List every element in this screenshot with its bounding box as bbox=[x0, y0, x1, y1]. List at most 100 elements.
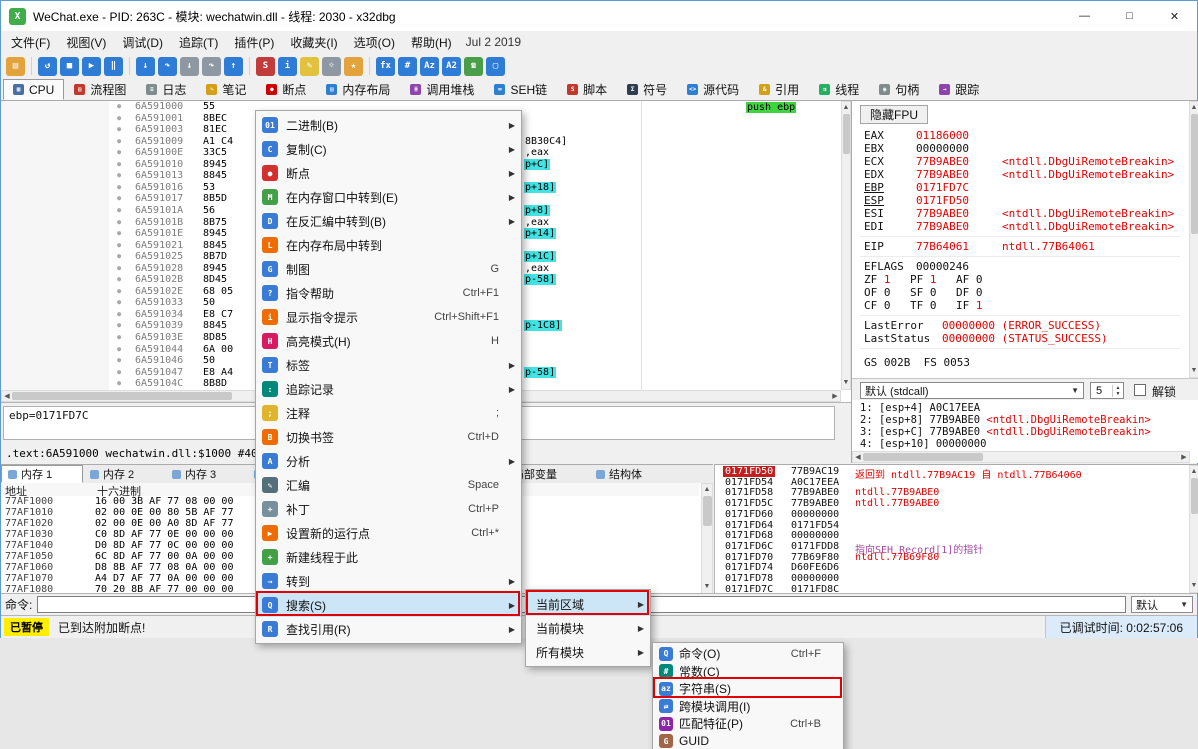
flags-row[interactable]: ZF 1PF 1AF 0 bbox=[864, 273, 1180, 286]
stack-row[interactable]: 0171FD54A0C17EEA bbox=[715, 477, 1198, 488]
stack-row[interactable]: 0171FD6C0171FDD8指向SEH_Record[1]的指针 bbox=[715, 541, 1198, 552]
notes-icon[interactable]: ✎ bbox=[300, 57, 319, 76]
tab-seh[interactable]: ∞SEH链 bbox=[484, 79, 557, 100]
stack-row[interactable]: 0171FD7800000000 bbox=[715, 573, 1198, 584]
menu-item-toggle-bookmark[interactable]: B切换书签Ctrl+D bbox=[256, 425, 521, 449]
argument-row[interactable]: 4: [esp+10] 00000000 bbox=[860, 438, 1190, 450]
az-icon[interactable]: Az bbox=[420, 57, 439, 76]
register-row[interactable]: EBP0171FD7C bbox=[864, 181, 1180, 194]
dump-tab-1[interactable]: 内存 1 bbox=[1, 465, 83, 483]
info-icon[interactable]: i bbox=[278, 57, 297, 76]
script-icon[interactable]: S bbox=[256, 57, 275, 76]
menubar-item-4[interactable]: 插件(P) bbox=[226, 31, 282, 54]
stack-row[interactable]: 0171FD7077B69F80ntdll.77B69F80 bbox=[715, 552, 1198, 563]
menu-item-search-pattern[interactable]: 01匹配特征(P)Ctrl+B bbox=[653, 715, 843, 733]
operand-fragment[interactable]: p+C] bbox=[524, 159, 550, 170]
calling-convention-select[interactable]: 默认 (stdcall) ▼ bbox=[860, 382, 1084, 399]
operand-fragment[interactable]: ,eax bbox=[524, 147, 550, 158]
menu-item-breakpoint[interactable]: ●断点▶ bbox=[256, 161, 521, 185]
register-row[interactable]: ESP0171FD50 bbox=[864, 194, 1180, 207]
operand-fragment[interactable]: p+18] bbox=[524, 182, 556, 193]
stack-row[interactable]: 0171FD5C77B9ABE0ntdll.77B9ABE0 bbox=[715, 498, 1198, 509]
menu-item-current-module[interactable]: 当前模块▶ bbox=[526, 616, 650, 640]
flags-row[interactable]: CF 0TF 0IF 1 bbox=[864, 299, 1180, 312]
close-button[interactable]: ✕ bbox=[1152, 1, 1197, 31]
operand-fragment[interactable]: ,eax bbox=[524, 263, 550, 274]
step-into-icon[interactable]: ↓ bbox=[136, 57, 155, 76]
operand-fragment[interactable]: p+1C] bbox=[524, 251, 556, 262]
stack-row[interactable]: 0171FD640171FD54 bbox=[715, 520, 1198, 531]
open-file-icon[interactable]: ▤ bbox=[6, 57, 25, 76]
tab-handles[interactable]: ◉句柄 bbox=[869, 79, 929, 100]
command-profile-select[interactable]: 默认 ▼ bbox=[1131, 596, 1193, 613]
tab-memory-map[interactable]: ▤内存布局 bbox=[316, 79, 400, 100]
operand-fragment[interactable]: p+8] bbox=[524, 205, 550, 216]
tab-log[interactable]: ≡日志 bbox=[136, 79, 196, 100]
settings-icon[interactable]: ☼ bbox=[322, 57, 341, 76]
stop-icon[interactable]: ■ bbox=[60, 57, 79, 76]
menubar-item-5[interactable]: 收藏夹(I) bbox=[282, 31, 345, 54]
register-row[interactable]: EIP77B64061ntdll.77B64061 bbox=[864, 240, 1180, 253]
register-row[interactable]: EAX01186000 bbox=[864, 129, 1180, 142]
menu-item-search-guid[interactable]: GGUID bbox=[653, 733, 843, 749]
menu-item-instruction-help[interactable]: ?指令帮助Ctrl+F1 bbox=[256, 281, 521, 305]
tab-cpu[interactable]: ▦CPU bbox=[3, 79, 64, 100]
stack-row[interactable]: 0171FD5077B9AC19返回到 ntdll.77B9AC19 自 ntd… bbox=[715, 466, 1198, 477]
favorites-icon[interactable]: ★ bbox=[344, 57, 363, 76]
registers-pane[interactable]: 隐藏FPU EAX01186000EBX00000000ECX77B9ABE0<… bbox=[851, 101, 1198, 463]
menu-item-assemble[interactable]: ✎汇编Space bbox=[256, 473, 521, 497]
operand-fragment[interactable]: p-58] bbox=[524, 274, 556, 285]
argument-row[interactable]: 3: [esp+C] 77B9ABE0 <ntdll.DbgUiRemoteBr… bbox=[860, 426, 1190, 438]
dump-tab-2[interactable]: 内存 2 bbox=[83, 465, 165, 483]
pause-icon[interactable]: ‖ bbox=[104, 57, 123, 76]
hide-fpu-button[interactable]: 隐藏FPU bbox=[860, 105, 928, 124]
menu-item-binary[interactable]: 01二进制(B)▶ bbox=[256, 113, 521, 137]
menu-item-search-for[interactable]: Q搜索(S)▶ bbox=[256, 593, 521, 617]
menu-item-search-command[interactable]: Q命令(O)Ctrl+F bbox=[653, 645, 843, 663]
menubar-item-0[interactable]: 文件(F) bbox=[3, 31, 58, 54]
menu-item-patch[interactable]: +补丁Ctrl+P bbox=[256, 497, 521, 521]
tab-trace[interactable]: →跟踪 bbox=[929, 79, 989, 100]
arguments-view[interactable]: 1: [esp+4] A0C17EEA2: [esp+8] 77B9ABE0 <… bbox=[852, 400, 1190, 451]
instruction-chip[interactable]: push ebp bbox=[746, 102, 796, 113]
tab-threads[interactable]: ⇉线程 bbox=[809, 79, 869, 100]
operand-fragment[interactable]: p-1C8] bbox=[524, 320, 562, 331]
registers-scrollbar[interactable]: ▲ ▼ bbox=[1189, 101, 1198, 378]
menubar-item-6[interactable]: 选项(O) bbox=[346, 31, 403, 54]
menu-item-search-constant[interactable]: #常数(C) bbox=[653, 663, 843, 681]
register-row[interactable]: EDI77B9ABE0<ntdll.DbgUiRemoteBreakin> bbox=[864, 220, 1180, 233]
operand-fragment[interactable]: p+14] bbox=[524, 228, 556, 239]
operand-fragment[interactable]: 8B30C4] bbox=[524, 136, 568, 147]
a2-icon[interactable]: A2 bbox=[442, 57, 461, 76]
menubar-item-2[interactable]: 调试(D) bbox=[114, 31, 171, 54]
hash-icon[interactable]: # bbox=[398, 57, 417, 76]
tab-script[interactable]: S脚本 bbox=[557, 79, 617, 100]
stack-row[interactable]: 0171FD6800000000 bbox=[715, 530, 1198, 541]
menu-item-comment[interactable]: ;注释; bbox=[256, 401, 521, 425]
trace-into-icon[interactable]: ↓ bbox=[180, 57, 199, 76]
register-row[interactable]: ECX77B9ABE0<ntdll.DbgUiRemoteBreakin> bbox=[864, 155, 1180, 168]
menu-item-graph[interactable]: G制图G bbox=[256, 257, 521, 281]
register-row[interactable]: ESI77B9ABE0<ntdll.DbgUiRemoteBreakin> bbox=[864, 207, 1180, 220]
menu-item-follow-in-disassembler[interactable]: D在反汇编中转到(B)▶ bbox=[256, 209, 521, 233]
run-icon[interactable]: ▶ bbox=[82, 57, 101, 76]
menu-item-find-references[interactable]: R查找引用(R)▶ bbox=[256, 617, 521, 641]
stack-row[interactable]: 0171FD6000000000 bbox=[715, 509, 1198, 520]
menu-item-current-region[interactable]: 当前区域▶ bbox=[526, 592, 650, 616]
tab-source[interactable]: <>源代码 bbox=[677, 79, 749, 100]
register-row[interactable]: EBX00000000 bbox=[864, 142, 1180, 155]
tab-notes[interactable]: ✎笔记 bbox=[196, 79, 256, 100]
screen-icon[interactable]: ▢ bbox=[486, 57, 505, 76]
eflags-row[interactable]: EFLAGS00000246 bbox=[864, 260, 1180, 273]
unlock-checkbox[interactable] bbox=[1134, 384, 1146, 396]
flags-row[interactable]: OF 0SF 0DF 0 bbox=[864, 286, 1180, 299]
minimize-button[interactable]: — bbox=[1062, 1, 1107, 31]
arguments-scrollbar[interactable]: ◀ ▶ bbox=[852, 451, 1190, 463]
tab-references[interactable]: &引用 bbox=[749, 79, 809, 100]
stepper-arrows-icon[interactable]: ▲▼ bbox=[1112, 385, 1123, 397]
menu-item-search-strings[interactable]: az字符串(S) bbox=[653, 680, 843, 698]
menu-item-follow-in-dump[interactable]: M在内存窗口中转到(E)▶ bbox=[256, 185, 521, 209]
dump-tab-8[interactable]: 结构体 bbox=[589, 465, 659, 483]
menubar-item-3[interactable]: 追踪(T) bbox=[171, 31, 226, 54]
step-over-icon[interactable]: ↷ bbox=[158, 57, 177, 76]
